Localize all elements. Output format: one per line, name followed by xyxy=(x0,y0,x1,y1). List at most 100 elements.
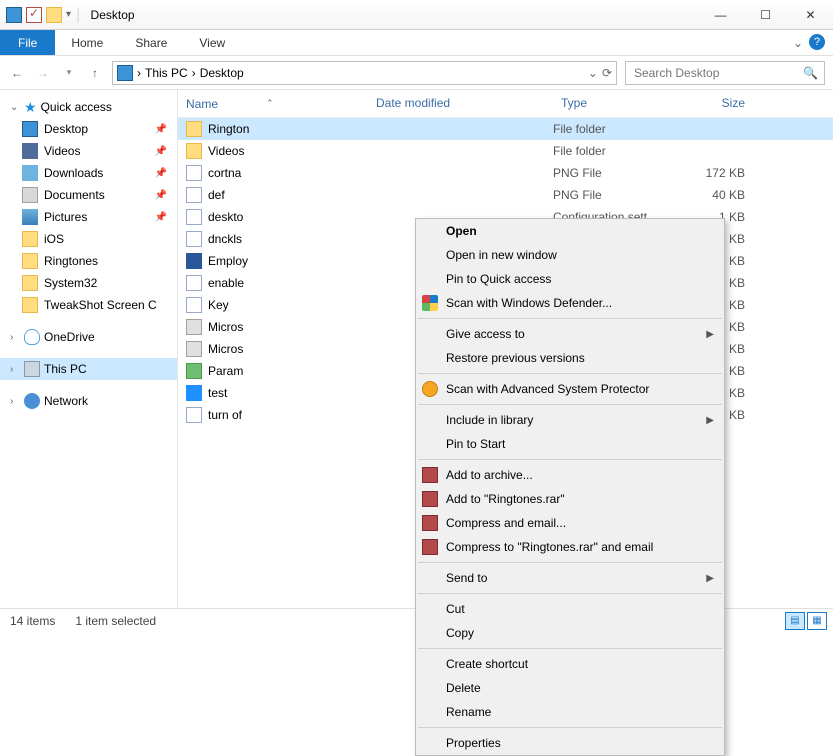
context-menu-item[interactable]: Properties xyxy=(416,731,724,755)
menu-item-label: Rename xyxy=(446,705,491,719)
chevron-icon[interactable]: › xyxy=(10,396,20,407)
context-menu-item[interactable]: Open xyxy=(416,219,724,243)
file-row[interactable]: def PNG File 40 KB xyxy=(178,184,833,206)
properties-qat-icon[interactable]: ✓ xyxy=(26,7,42,23)
tree-onedrive[interactable]: › OneDrive xyxy=(0,326,177,348)
header-type[interactable]: Type xyxy=(553,90,673,117)
context-menu-item[interactable]: Copy xyxy=(416,621,724,645)
sidebar-item-label: Videos xyxy=(44,144,80,158)
back-button[interactable]: ← xyxy=(8,64,26,82)
folder-icon xyxy=(22,253,38,269)
breadcrumb-pc[interactable]: This PC xyxy=(145,66,188,80)
menu-item-label: Give access to xyxy=(446,327,525,341)
sidebar-item[interactable]: Downloads📌 xyxy=(0,162,177,184)
help-icon[interactable]: ? xyxy=(809,34,825,50)
chevron-icon[interactable]: › xyxy=(10,332,20,343)
sidebar-item[interactable]: Documents📌 xyxy=(0,184,177,206)
qat-dropdown-icon[interactable]: ▾ xyxy=(66,9,71,20)
up-button[interactable]: ↑ xyxy=(86,64,104,82)
menu-item-label: Pin to Quick access xyxy=(446,272,551,286)
chevron-down-icon[interactable]: ⌄ xyxy=(10,102,20,113)
quick-access-toolbar: ✓ ▾ │ xyxy=(0,7,83,23)
file-name: Micros xyxy=(208,320,243,334)
forward-button[interactable]: → xyxy=(34,64,52,82)
menu-separator xyxy=(418,593,722,594)
folder-icon xyxy=(22,165,38,181)
context-menu-item[interactable]: Add to archive... xyxy=(416,463,724,487)
menu-separator xyxy=(418,727,722,728)
context-menu-item[interactable]: Add to "Ringtones.rar" xyxy=(416,487,724,511)
sidebar-item[interactable]: iOS xyxy=(0,228,177,250)
breadcrumb-sep[interactable]: › xyxy=(137,66,141,80)
sidebar-item[interactable]: Videos 📌 xyxy=(0,140,177,162)
context-menu-item[interactable]: Rename xyxy=(416,700,724,724)
file-row[interactable]: Videos File folder xyxy=(178,140,833,162)
context-menu-item[interactable]: Scan with Advanced System Protector xyxy=(416,377,724,401)
header-date[interactable]: Date modified xyxy=(368,90,553,117)
file-row[interactable]: cortna PNG File 172 KB xyxy=(178,162,833,184)
rar-icon xyxy=(422,515,438,531)
file-row[interactable]: Rington File folder xyxy=(178,118,833,140)
context-menu-item[interactable]: Create shortcut xyxy=(416,652,724,676)
shield-icon xyxy=(422,295,438,311)
view-tab[interactable]: View xyxy=(183,30,241,55)
tree-network[interactable]: › Network xyxy=(0,390,177,412)
menu-item-label: Add to "Ringtones.rar" xyxy=(446,492,565,506)
context-menu-item[interactable]: Pin to Start xyxy=(416,432,724,456)
sidebar-item-label: Downloads xyxy=(44,166,103,180)
context-menu-item[interactable]: Cut xyxy=(416,597,724,621)
refresh-icon[interactable]: ⟳ xyxy=(602,66,612,80)
context-menu-item[interactable]: Include in library▶ xyxy=(416,408,724,432)
tree-thispc[interactable]: › This PC xyxy=(0,358,177,380)
ribbon-expand-icon[interactable]: ⌄ xyxy=(793,36,803,50)
context-menu-item[interactable]: Compress and email... xyxy=(416,511,724,535)
header-size[interactable]: Size xyxy=(673,90,753,117)
pin-icon: 📌 xyxy=(155,146,167,157)
sidebar-item[interactable]: Desktop📌 xyxy=(0,118,177,140)
file-name: Rington xyxy=(208,122,249,136)
file-icon xyxy=(186,209,202,225)
sidebar-item[interactable]: System32 xyxy=(0,272,177,294)
status-item-count: 14 items xyxy=(10,614,55,628)
sidebar-item[interactable]: TweakShot Screen C xyxy=(0,294,177,316)
context-menu-item[interactable]: Scan with Windows Defender... xyxy=(416,291,724,315)
rar-icon xyxy=(422,467,438,483)
context-menu-item[interactable]: Delete xyxy=(416,676,724,700)
context-menu-item[interactable]: Give access to▶ xyxy=(416,322,724,346)
details-view-button[interactable]: ▤ xyxy=(785,612,805,630)
header-name[interactable]: Name⌃ xyxy=(178,90,368,117)
chevron-icon[interactable]: › xyxy=(10,364,20,375)
close-button[interactable]: ✕ xyxy=(788,0,833,30)
submenu-arrow-icon: ▶ xyxy=(706,415,714,426)
status-selection: 1 item selected xyxy=(75,614,156,628)
context-menu-item[interactable]: Send to▶ xyxy=(416,566,724,590)
address-box[interactable]: › This PC › Desktop ⌄ ⟳ xyxy=(112,61,617,85)
context-menu-item[interactable]: Restore previous versions xyxy=(416,346,724,370)
share-tab[interactable]: Share xyxy=(119,30,183,55)
thispc-label: This PC xyxy=(44,362,87,376)
breadcrumb-loc[interactable]: Desktop xyxy=(200,66,244,80)
search-input[interactable] xyxy=(632,65,782,81)
quick-access-root[interactable]: ⌄ ★ Quick access xyxy=(0,96,177,118)
file-type: File folder xyxy=(553,144,673,158)
sidebar-item[interactable]: Pictures📌 xyxy=(0,206,177,228)
thumbnails-view-button[interactable]: ▦ xyxy=(807,612,827,630)
home-tab[interactable]: Home xyxy=(55,30,119,55)
context-menu-item[interactable]: Compress to "Ringtones.rar" and email xyxy=(416,535,724,559)
file-name: dnckls xyxy=(208,232,242,246)
maximize-button[interactable]: ☐ xyxy=(743,0,788,30)
file-menu[interactable]: File xyxy=(0,30,55,55)
address-dropdown-icon[interactable]: ⌄ xyxy=(588,66,598,80)
breadcrumb-sep[interactable]: › xyxy=(192,66,196,80)
sidebar-item[interactable]: Ringtones xyxy=(0,250,177,272)
search-icon[interactable]: 🔍 xyxy=(803,66,818,80)
search-box[interactable]: 🔍 xyxy=(625,61,825,85)
onedrive-label: OneDrive xyxy=(44,330,95,344)
context-menu-item[interactable]: Open in new window xyxy=(416,243,724,267)
menu-item-label: Copy xyxy=(446,626,474,640)
folder-qat-icon[interactable] xyxy=(46,7,62,23)
context-menu-item[interactable]: Pin to Quick access xyxy=(416,267,724,291)
sidebar-item-label: Pictures xyxy=(44,210,87,224)
minimize-button[interactable]: ― xyxy=(698,0,743,30)
recent-dropdown[interactable]: ▾ xyxy=(60,64,78,82)
